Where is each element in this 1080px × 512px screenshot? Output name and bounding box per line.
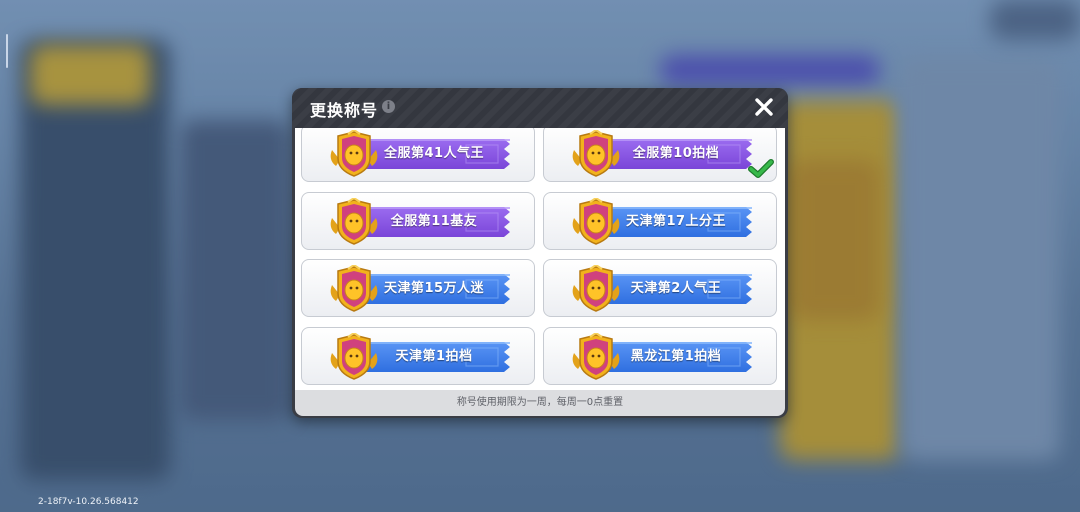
- title-card[interactable]: 天津第1拍档: [301, 327, 535, 385]
- crossed-swords-badge-icon: [572, 198, 620, 245]
- side-indicator: [6, 34, 8, 68]
- title-card[interactable]: 黑龙江第1拍档: [543, 327, 777, 385]
- footer-note: 称号使用期限为一周，每周一0点重置: [456, 397, 624, 408]
- title-card[interactable]: 全服第41人气王: [301, 128, 535, 182]
- title-label: 天津第17上分王: [625, 214, 727, 229]
- title-card[interactable]: 天津第15万人迷: [301, 259, 535, 317]
- dialog-header: 更换称号 i: [292, 88, 788, 128]
- ghost-duo-badge-icon: [572, 130, 620, 177]
- linked-rings-badge-icon: [330, 198, 378, 245]
- heart-fan-badge-icon: [330, 265, 378, 312]
- close-icon[interactable]: [752, 95, 776, 119]
- title-card[interactable]: 全服第11基友: [301, 192, 535, 250]
- title-card[interactable]: 天津第2人气王: [543, 259, 777, 317]
- ghost-duo-badge-icon: [330, 333, 378, 380]
- selected-check-icon: [748, 159, 774, 178]
- change-title-dialog: 更换称号 i 全服第41人气王 全服第10拍档 全服第11基友 天津第17上分王 天津第…: [292, 88, 788, 418]
- title-label: 天津第1拍档: [395, 349, 473, 364]
- title-card[interactable]: 全服第10拍档: [543, 128, 777, 182]
- title-label: 黑龙江第1拍档: [630, 349, 722, 364]
- title-label: 全服第41人气王: [383, 146, 485, 161]
- info-icon[interactable]: i: [382, 100, 395, 113]
- build-version: 2-18f7v-10.26.568412: [38, 497, 139, 507]
- trophy-badge-icon: [330, 130, 378, 177]
- dialog-title: 更换称号: [310, 101, 379, 120]
- ghost-duo-badge-icon: [572, 333, 620, 380]
- title-label: 全服第11基友: [390, 214, 478, 229]
- title-label: 天津第15万人迷: [383, 281, 485, 296]
- title-list[interactable]: 全服第41人气王 全服第10拍档 全服第11基友 天津第17上分王 天津第15万人迷 天津…: [295, 128, 785, 390]
- title-card[interactable]: 天津第17上分王: [543, 192, 777, 250]
- title-label: 全服第10拍档: [632, 146, 720, 161]
- trophy-badge-icon: [572, 265, 620, 312]
- title-label: 天津第2人气王: [630, 281, 722, 296]
- dialog-footer: 称号使用期限为一周，每周一0点重置: [295, 390, 785, 416]
